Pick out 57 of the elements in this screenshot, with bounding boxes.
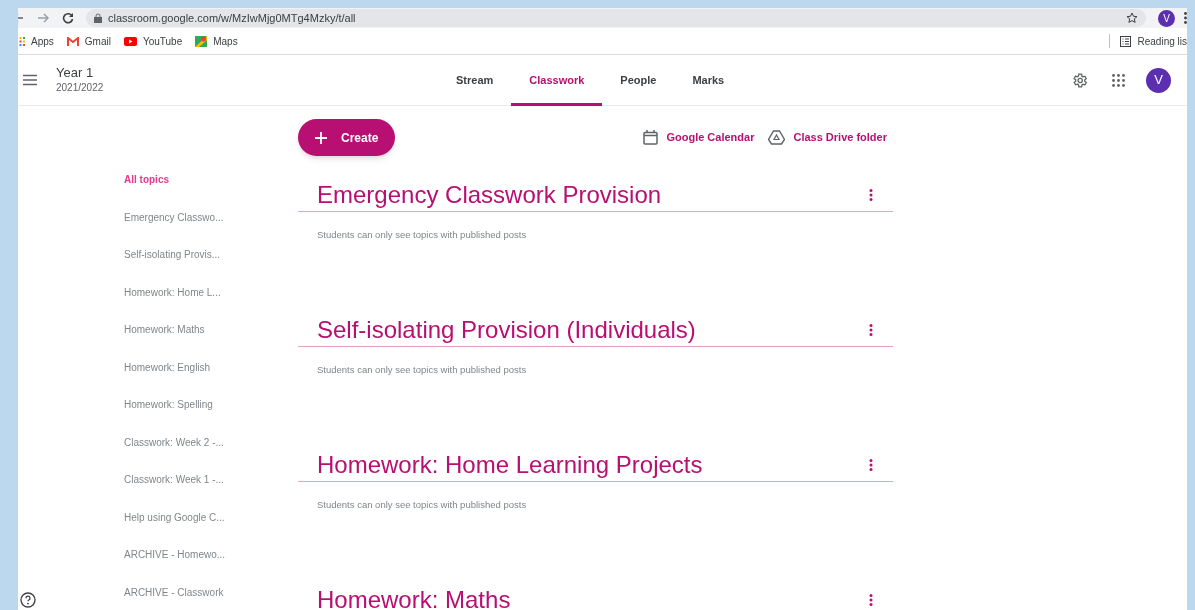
profile-avatar[interactable]: V: [1158, 9, 1175, 27]
topic-link[interactable]: ARCHIVE - Classwork: [124, 585, 298, 599]
lock-icon: [94, 13, 102, 23]
header-link[interactable]: Google Calendar: [643, 129, 755, 146]
class-name[interactable]: Year 1: [56, 65, 104, 81]
reading-list-icon[interactable]: [1119, 35, 1131, 47]
topic-title: Homework: Home Learning Projects: [317, 449, 703, 480]
topic-title: Self-isolating Provision (Individuals): [317, 314, 696, 345]
topic-link[interactable]: Homework: Spelling: [124, 398, 298, 412]
topic-title: Homework: Maths: [317, 584, 511, 610]
more-options-icon[interactable]: [869, 458, 873, 471]
topic-link[interactable]: ARCHIVE - Homewo...: [124, 548, 298, 562]
nav-tab[interactable]: Stream: [438, 55, 512, 106]
topic-link[interactable]: All topics: [124, 173, 298, 187]
address-bar[interactable]: classroom.google.com/w/MzIwMjg0MTg4Mzky/t/all: [86, 9, 1146, 27]
reading-list-label[interactable]: Reading lis: [1137, 33, 1187, 49]
apps-grid-icon: [18, 36, 25, 46]
apps-grid-icon[interactable]: [1112, 73, 1125, 87]
star-icon[interactable]: [1126, 12, 1138, 24]
class-section: 2021/2022: [56, 81, 104, 95]
more-options-icon[interactable]: [869, 323, 873, 336]
topic-link[interactable]: Emergency Classwo...: [124, 210, 298, 224]
calendar-icon: [643, 130, 659, 145]
url-text: classroom.google.com/w/MzIwMjg0MTg4Mzky/t/all: [108, 10, 356, 26]
create-button[interactable]: Create: [298, 119, 396, 156]
topic-link[interactable]: Classwork: Week 1 -...: [124, 473, 298, 487]
settings-icon[interactable]: [1071, 71, 1088, 89]
bookmark-link[interactable]: Maps: [195, 33, 238, 49]
map-pin-icon: [195, 35, 208, 47]
topic-link[interactable]: Classwork: Week 2 -...: [124, 435, 298, 449]
topic-title: Emergency Classwork Provision: [317, 179, 662, 210]
menu-dots-icon[interactable]: [1184, 12, 1187, 24]
topic-note: Students can only see topics with published posts: [316, 498, 528, 512]
topic-note: Students can only see topics with published posts: [316, 228, 528, 242]
topic-link[interactable]: Self-isolating Provis...: [124, 248, 298, 262]
nav-tab[interactable]: Marks: [674, 55, 743, 106]
account-avatar[interactable]: V: [1146, 67, 1171, 93]
bookmark-link[interactable]: YouTube: [123, 33, 183, 49]
triangle-icon: [768, 130, 786, 145]
help-icon[interactable]: [20, 592, 36, 608]
topic-link[interactable]: Help using Google C...: [124, 510, 298, 524]
topic-link[interactable]: Homework: Home L...: [124, 285, 298, 299]
play-icon: [123, 36, 137, 46]
nav-tab[interactable]: Classwork: [511, 55, 603, 106]
topic-link[interactable]: Homework: Maths: [124, 323, 298, 337]
nav-tab[interactable]: People: [602, 55, 675, 106]
topic-link[interactable]: Homework: English: [124, 360, 298, 374]
more-options-icon[interactable]: [869, 188, 873, 201]
bookmark-link[interactable]: Apps: [18, 33, 54, 49]
header-link[interactable]: Class Drive folder: [768, 129, 887, 146]
topic-note: Students can only see topics with published posts: [316, 363, 528, 377]
bookmark-link[interactable]: Gmail: [66, 33, 111, 49]
more-options-icon[interactable]: [869, 593, 873, 606]
envelope-icon: [66, 36, 79, 46]
plus-icon: [315, 131, 327, 144]
menu-icon[interactable]: [23, 74, 37, 86]
reload-icon[interactable]: [62, 12, 74, 24]
